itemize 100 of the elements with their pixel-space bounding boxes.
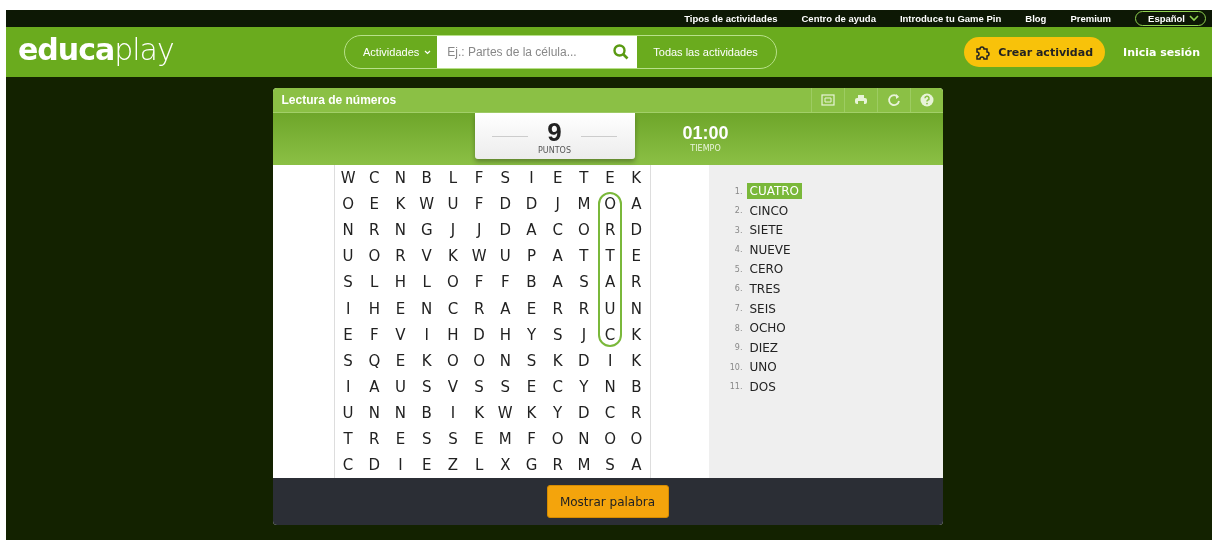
grid-letter[interactable]: U [439,191,466,218]
grid-letter[interactable]: L [361,269,388,296]
grid-letter[interactable]: D [518,191,545,218]
grid-letter[interactable]: N [413,295,440,322]
create-activity-button[interactable]: Crear actividad [964,37,1106,67]
top-nav-link[interactable]: Blog [1025,13,1047,24]
grid-letter[interactable]: E [335,321,362,348]
top-nav-link[interactable]: Introduce tu Game Pin [899,13,1002,24]
grid-letter[interactable]: B [413,399,440,426]
grid-letter[interactable]: F [466,165,493,192]
grid-letter[interactable]: R [570,295,597,322]
grid-letter[interactable]: B [413,165,440,192]
grid-letter[interactable]: J [570,321,597,348]
grid-letter[interactable]: U [387,373,414,400]
grid-letter[interactable]: E [387,426,414,453]
grid-letter[interactable]: R [544,452,571,479]
grid-letter[interactable]: S [492,373,519,400]
grid-letter[interactable]: D [466,321,493,348]
top-nav-link[interactable]: Premium [1070,13,1112,24]
grid-letter[interactable]: O [544,426,571,453]
grid-letter[interactable]: S [335,269,362,296]
grid-letter[interactable]: I [387,452,414,479]
grid-letter[interactable]: H [361,295,388,322]
grid-letter[interactable]: J [544,191,571,218]
grid-letter[interactable]: R [361,217,388,244]
grid-letter[interactable]: K [544,347,571,374]
search-field[interactable]: Ej.: Partes de la célula... [437,36,606,68]
grid-letter[interactable]: O [597,191,624,218]
grid-letter[interactable]: O [623,426,650,453]
grid-letter[interactable]: Y [518,321,545,348]
grid-letter[interactable]: F [466,191,493,218]
grid-letter[interactable]: E [544,165,571,192]
grid-letter[interactable]: E [518,295,545,322]
grid-letter[interactable]: F [492,269,519,296]
grid-letter[interactable]: V [439,373,466,400]
grid-letter[interactable]: N [623,295,650,322]
grid-letter[interactable]: K [439,243,466,270]
grid-letter[interactable]: A [623,452,650,479]
grid-letter[interactable]: D [361,452,388,479]
grid-letter[interactable]: U [335,243,362,270]
grid-letter[interactable]: L [466,452,493,479]
grid-letter[interactable]: R [361,426,388,453]
grid-letter[interactable]: E [387,295,414,322]
grid-letter[interactable]: R [387,243,414,270]
grid-letter[interactable]: N [492,347,519,374]
grid-letter[interactable]: R [623,269,650,296]
grid-letter[interactable]: L [439,165,466,192]
grid-letter[interactable]: N [570,426,597,453]
grid-letter[interactable]: I [335,295,362,322]
grid-letter[interactable]: C [597,321,624,348]
grid-letter[interactable]: S [518,347,545,374]
grid-letter[interactable]: R [623,399,650,426]
grid-letter[interactable]: G [518,452,545,479]
grid-letter[interactable]: K [623,165,650,192]
grid-letter[interactable]: X [492,452,519,479]
grid-letter[interactable]: A [544,269,571,296]
grid-letter[interactable]: O [466,347,493,374]
grid-letter[interactable]: P [518,243,545,270]
grid-letter[interactable]: F [518,426,545,453]
grid-letter[interactable]: J [439,217,466,244]
grid-letter[interactable]: K [623,321,650,348]
grid-letter[interactable]: E [518,373,545,400]
grid-letter[interactable]: S [492,165,519,192]
grid-letter[interactable]: Q [361,347,388,374]
grid-letter[interactable]: D [570,399,597,426]
top-nav-link[interactable]: Centro de ayuda [801,13,876,24]
grid-letter[interactable]: F [466,269,493,296]
grid-letter[interactable]: U [597,295,624,322]
grid-letter[interactable]: A [623,191,650,218]
grid-letter[interactable]: U [492,243,519,270]
grid-letter[interactable]: E [597,165,624,192]
grid-letter[interactable]: K [466,399,493,426]
grid-letter[interactable]: L [413,269,440,296]
grid-letter[interactable]: C [439,295,466,322]
grid-letter[interactable]: O [597,426,624,453]
grid-letter[interactable]: Y [570,373,597,400]
grid-letter[interactable]: T [570,243,597,270]
grid-letter[interactable]: S [597,452,624,479]
grid-letter[interactable]: W [492,399,519,426]
show-word-button[interactable]: Mostrar palabra [546,485,669,518]
grid-letter[interactable]: M [570,452,597,479]
grid-letter[interactable]: I [597,347,624,374]
grid-letter[interactable]: I [518,165,545,192]
grid-letter[interactable]: S [413,373,440,400]
grid-letter[interactable]: S [466,373,493,400]
grid-letter[interactable]: N [335,217,362,244]
grid-letter[interactable]: W [335,165,362,192]
grid-letter[interactable]: N [597,373,624,400]
grid-letter[interactable]: N [361,399,388,426]
grid-letter[interactable]: Y [544,399,571,426]
grid-letter[interactable]: T [570,165,597,192]
top-nav-link[interactable]: Tipos de actividades [684,13,778,24]
grid-letter[interactable]: A [492,295,519,322]
grid-letter[interactable]: C [544,373,571,400]
grid-letter[interactable]: V [387,321,414,348]
grid-letter[interactable]: Z [439,452,466,479]
grid-letter[interactable]: C [544,217,571,244]
grid-letter[interactable]: E [387,347,414,374]
grid-letter[interactable]: D [492,217,519,244]
grid-letter[interactable]: K [623,347,650,374]
